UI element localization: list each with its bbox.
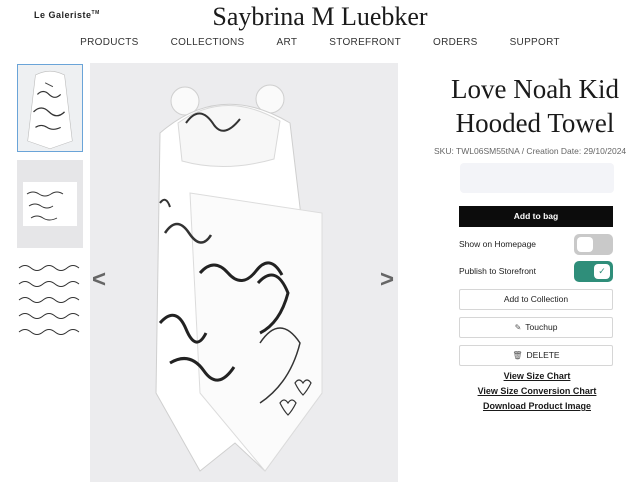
add-to-collection-button[interactable]: Add to Collection [459, 289, 613, 310]
thumbnail-towel-front[interactable] [17, 64, 83, 152]
next-image-arrow[interactable]: > [380, 268, 394, 292]
publish-to-storefront-row: Publish to Storefront ✓ [459, 260, 613, 282]
towel-thumbnail-image [18, 65, 82, 151]
add-to-bag-button[interactable]: Add to bag [459, 206, 613, 227]
main-product-image[interactable] [90, 63, 398, 482]
product-title-line2: Hooded Towel [455, 108, 615, 138]
view-size-conversion-chart-link[interactable]: View Size Conversion Chart [440, 386, 634, 396]
publish-to-storefront-toggle[interactable]: ✓ [574, 260, 613, 282]
show-on-homepage-label: Show on Homepage [459, 239, 537, 249]
checkmark-icon: ✓ [594, 263, 610, 279]
product-details: Love Noah Kid Hooded Towel SKU: TWL06SM5… [430, 72, 640, 193]
show-on-homepage-toggle[interactable] [574, 233, 613, 255]
hooded-towel-image [90, 63, 398, 482]
thumbnail-towel-flat[interactable] [17, 160, 83, 248]
add-to-collection-label: Add to Collection [503, 294, 569, 304]
nav-item-art[interactable]: ART [261, 37, 314, 48]
nav-item-orders[interactable]: ORDERS [417, 37, 494, 48]
show-on-homepage-row: Show on Homepage [459, 233, 613, 255]
nav-item-support[interactable]: SUPPORT [494, 37, 576, 48]
thumbnail-list [17, 64, 84, 352]
product-sku: SKU: TWL06SM55tNA / Creation Date: 29/10… [434, 146, 627, 156]
pattern-thumbnail-image [17, 256, 83, 344]
delete-button[interactable]: 🗑 DELETE [459, 345, 613, 366]
touchup-label: Touchup [525, 322, 558, 332]
variant-placeholder-box [460, 163, 614, 193]
previous-image-arrow[interactable]: < [92, 268, 106, 292]
towel-flat-thumbnail-image [17, 160, 83, 248]
delete-label: DELETE [526, 350, 560, 360]
trash-icon: 🗑 [512, 351, 523, 360]
view-size-chart-link[interactable]: View Size Chart [440, 371, 634, 381]
nav-item-collections[interactable]: COLLECTIONS [155, 37, 261, 48]
nav-item-storefront[interactable]: STOREFRONT [313, 37, 417, 48]
magic-wand-icon: ✎ [514, 323, 522, 332]
shop-title: Saybrina M Luebker [212, 2, 428, 31]
product-title: Love Noah Kid Hooded Towel [430, 72, 640, 140]
toggle-knob [577, 236, 593, 252]
nav-item-products[interactable]: PRODUCTS [64, 37, 155, 48]
publish-to-storefront-label: Publish to Storefront [459, 266, 537, 276]
download-product-image-link[interactable]: Download Product Image [440, 401, 634, 411]
main-nav: PRODUCTS COLLECTIONS ART STOREFRONT ORDE… [0, 37, 640, 48]
thumbnail-pattern[interactable] [17, 256, 83, 344]
product-title-line1: Love Noah Kid [451, 74, 619, 104]
touchup-button[interactable]: ✎ Touchup [459, 317, 613, 338]
